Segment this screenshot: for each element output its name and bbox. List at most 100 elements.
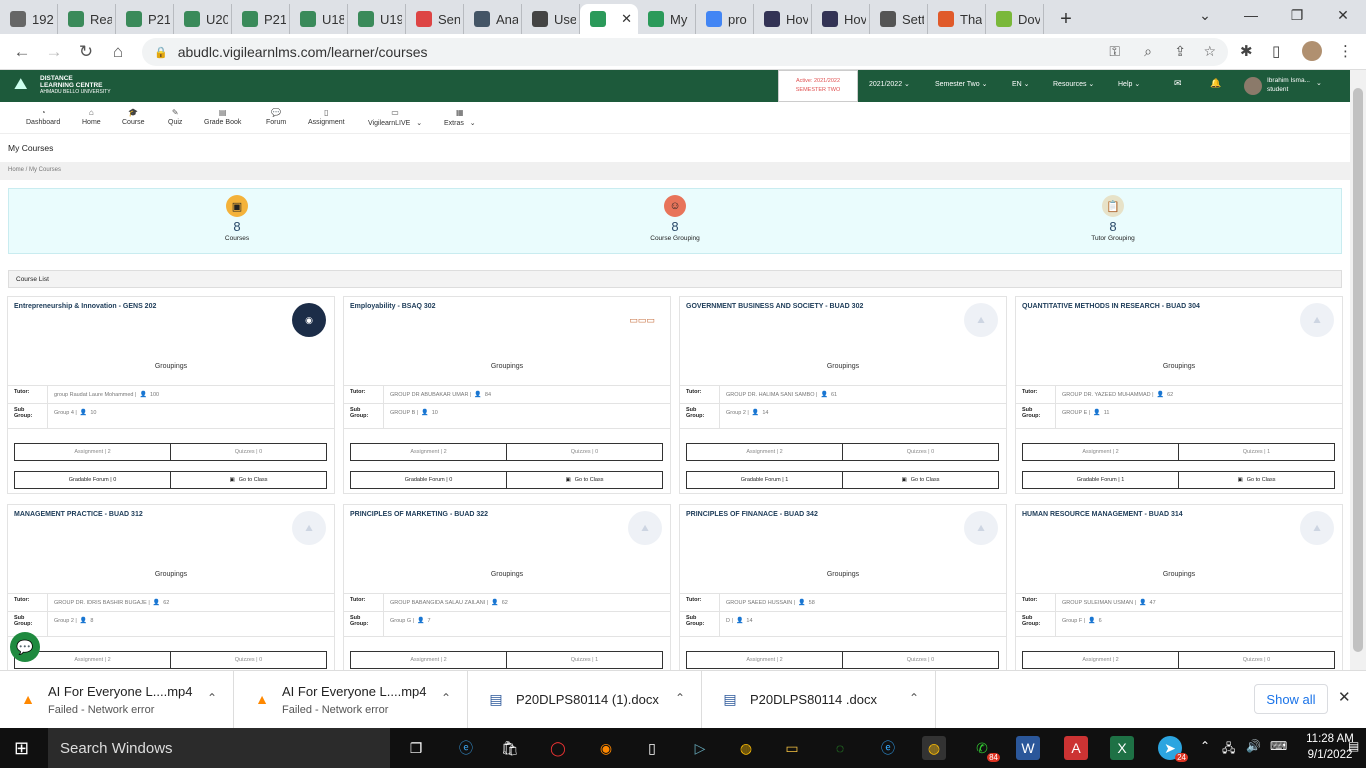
chevron-up-icon[interactable]: ⌃ <box>909 691 919 705</box>
go-to-class-button[interactable]: ▣ Go to Class <box>843 471 999 489</box>
close-window-button[interactable]: ✕ <box>1320 0 1366 30</box>
chevron-up-icon[interactable]: ⌃ <box>441 691 451 705</box>
course-title[interactable]: Entrepreneurship & Innovation - GENS 202 <box>14 303 156 310</box>
task-view-icon[interactable]: ❐ <box>404 736 428 760</box>
download-item[interactable]: ▲ AI For Everyone L....mp4 Failed - Networ… <box>0 671 234 729</box>
whatsapp-taskbar-icon[interactable]: ✆ 84 <box>970 736 1000 762</box>
browser-tab[interactable]: Use <box>522 4 580 34</box>
quizzes-button[interactable]: Quizzes | 0 <box>843 443 999 461</box>
minimize-button[interactable]: — <box>1228 0 1274 30</box>
bookmark-star-icon[interactable]: ☆ <box>1203 43 1216 60</box>
telegram-taskbar-icon[interactable]: ➤ 24 <box>1158 736 1188 762</box>
profile-avatar[interactable] <box>1302 41 1322 61</box>
notification-center-icon[interactable]: ▤ <box>1348 739 1359 753</box>
tab-search-chevron-icon[interactable]: ⌄ <box>1182 0 1228 30</box>
acrobat-taskbar-icon[interactable]: A <box>1064 736 1088 760</box>
assignment-button[interactable]: Assignment | 2 <box>350 651 507 669</box>
semester-dropdown[interactable]: Semester Two ⌄ <box>935 80 987 88</box>
opera-taskbar-icon[interactable]: ◯ <box>546 736 570 760</box>
browser-tab[interactable]: Sen <box>406 4 464 34</box>
edge-taskbar-icon[interactable]: ⓔ <box>454 736 478 760</box>
quizzes-button[interactable]: Quizzes | 0 <box>171 443 327 461</box>
course-title[interactable]: PRINCIPLES OF FINANACE - BUAD 342 <box>686 511 818 518</box>
nav-item-extras[interactable]: ▦ Extras ⌄ <box>444 108 476 127</box>
quizzes-button[interactable]: Quizzes | 0 <box>171 651 327 669</box>
user-menu[interactable]: Ibrahim Isma... student <box>1267 76 1310 94</box>
go-to-class-button[interactable]: ▣ Go to Class <box>1179 471 1335 489</box>
media-taskbar-icon[interactable]: ▷ <box>688 736 712 760</box>
browser-tab[interactable]: Ana <box>464 4 522 34</box>
breadcrumb[interactable]: Home / My Courses <box>0 162 1350 180</box>
nav-item-assignment[interactable]: ▯ Assignment <box>308 108 345 126</box>
nav-item-course[interactable]: 🎓 Course <box>122 108 145 126</box>
maximize-button[interactable]: ❐ <box>1274 0 1320 30</box>
assignment-button[interactable]: Assignment | 2 <box>686 443 843 461</box>
nav-item-dashboard[interactable]: ◔ Dashboard <box>26 108 60 126</box>
download-item[interactable]: ▤ P20DLPS80114 .docx ⌃ <box>702 671 936 729</box>
browser-menu-icon[interactable]: ⋮ <box>1338 42 1353 60</box>
session-dropdown[interactable]: 2021/2022 ⌄ <box>869 80 910 88</box>
download-item[interactable]: ▤ P20DLPS80114 (1).docx ⌃ <box>468 671 702 729</box>
resources-dropdown[interactable]: Resources ⌄ <box>1053 80 1094 88</box>
course-title[interactable]: MANAGEMENT PRACTICE - BUAD 312 <box>14 511 143 518</box>
firefox-taskbar-icon[interactable]: ◉ <box>594 736 618 760</box>
chevron-up-icon[interactable]: ⌃ <box>675 691 685 705</box>
taskbar-search[interactable]: Search Windows <box>48 728 390 768</box>
keyboard-icon[interactable]: ⌨ <box>1270 739 1287 753</box>
home-button[interactable]: ⌂ <box>106 40 130 64</box>
course-title[interactable]: PRINCIPLES OF MARKETING - BUAD 322 <box>350 511 488 518</box>
chrome-active-taskbar-icon[interactable]: ◍ <box>922 736 946 760</box>
assignment-button[interactable]: Assignment | 2 <box>350 443 507 461</box>
forward-button[interactable]: → <box>42 40 66 64</box>
chevron-up-icon[interactable]: ⌃ <box>207 691 217 705</box>
quizzes-button[interactable]: Quizzes | 1 <box>1179 443 1335 461</box>
language-dropdown[interactable]: EN ⌄ <box>1012 80 1030 88</box>
explorer-taskbar-icon[interactable]: ▭ <box>780 736 804 760</box>
browser-tab[interactable]: Sett <box>870 4 928 34</box>
edge-beta-taskbar-icon[interactable]: ⓔ <box>876 736 900 760</box>
course-title[interactable]: QUANTITATIVE METHODS IN RESEARCH - BUAD … <box>1022 303 1200 310</box>
quizzes-button[interactable]: Quizzes | 0 <box>843 651 999 669</box>
zoom-icon[interactable]: ⌕ <box>1144 43 1152 60</box>
scrollbar-thumb[interactable] <box>1353 88 1363 652</box>
gradable-forum-button[interactable]: Gradable Forum | 0 <box>14 471 171 489</box>
browser-tab[interactable]: U19 <box>348 4 406 34</box>
browser-tab[interactable]: P21 <box>232 4 290 34</box>
browser-tab[interactable]: U18 <box>290 4 348 34</box>
assignment-button[interactable]: Assignment | 2 <box>1022 651 1179 669</box>
browser-tab[interactable]: P21 <box>116 4 174 34</box>
assignment-button[interactable]: Assignment | 2 <box>686 651 843 669</box>
browser-tab[interactable]: Hov <box>812 4 870 34</box>
extensions-puzzle-icon[interactable]: ✱ <box>1240 42 1253 60</box>
course-title[interactable]: HUMAN RESOURCE MANAGEMENT - BUAD 314 <box>1022 511 1183 518</box>
go-to-class-button[interactable]: ▣ Go to Class <box>507 471 663 489</box>
browser-tab[interactable]: pro <box>696 4 754 34</box>
network-icon[interactable]: 🖧 <box>1222 739 1235 760</box>
share-icon[interactable]: ⇪ <box>1174 43 1186 60</box>
go-to-class-button[interactable]: ▣ Go to Class <box>171 471 327 489</box>
user-menu-chevron-icon[interactable]: ⌄ <box>1316 79 1322 87</box>
url-bar[interactable]: 🔒 abudlc.vigilearnlms.com/learner/course… <box>142 38 1228 66</box>
browser-tab[interactable]: Hov <box>754 4 812 34</box>
gradable-forum-button[interactable]: Gradable Forum | 0 <box>350 471 507 489</box>
volume-icon[interactable]: 🔊 <box>1246 739 1261 753</box>
tray-chevron-icon[interactable]: ⌃ <box>1200 739 1210 753</box>
browser-tab[interactable]: ✕ <box>580 4 638 34</box>
excel-taskbar-icon[interactable]: X <box>1110 736 1134 760</box>
windows-start-icon[interactable]: ⊞ <box>14 738 29 759</box>
side-panel-icon[interactable]: ▯ <box>1272 42 1280 60</box>
user-avatar[interactable] <box>1244 77 1262 95</box>
nav-item-grade-book[interactable]: ▤ Grade Book <box>204 108 241 126</box>
nav-item-home[interactable]: ⌂ Home <box>82 108 101 126</box>
gradable-forum-button[interactable]: Gradable Forum | 1 <box>1022 471 1179 489</box>
show-all-downloads-button[interactable]: Show all <box>1254 684 1328 714</box>
reload-button[interactable]: ↻ <box>74 40 98 64</box>
file-taskbar-icon[interactable]: ▯ <box>640 736 664 760</box>
assignment-button[interactable]: Assignment | 2 <box>14 443 171 461</box>
key-icon[interactable]: ⚿ <box>1109 43 1120 60</box>
close-shelf-icon[interactable]: ✕ <box>1338 688 1351 706</box>
browser-tab[interactable]: Tha <box>928 4 986 34</box>
browser-tab[interactable]: 192 <box>0 4 58 34</box>
page-scrollbar[interactable] <box>1350 70 1366 670</box>
notification-bell-icon[interactable]: 🔔 <box>1210 78 1221 89</box>
